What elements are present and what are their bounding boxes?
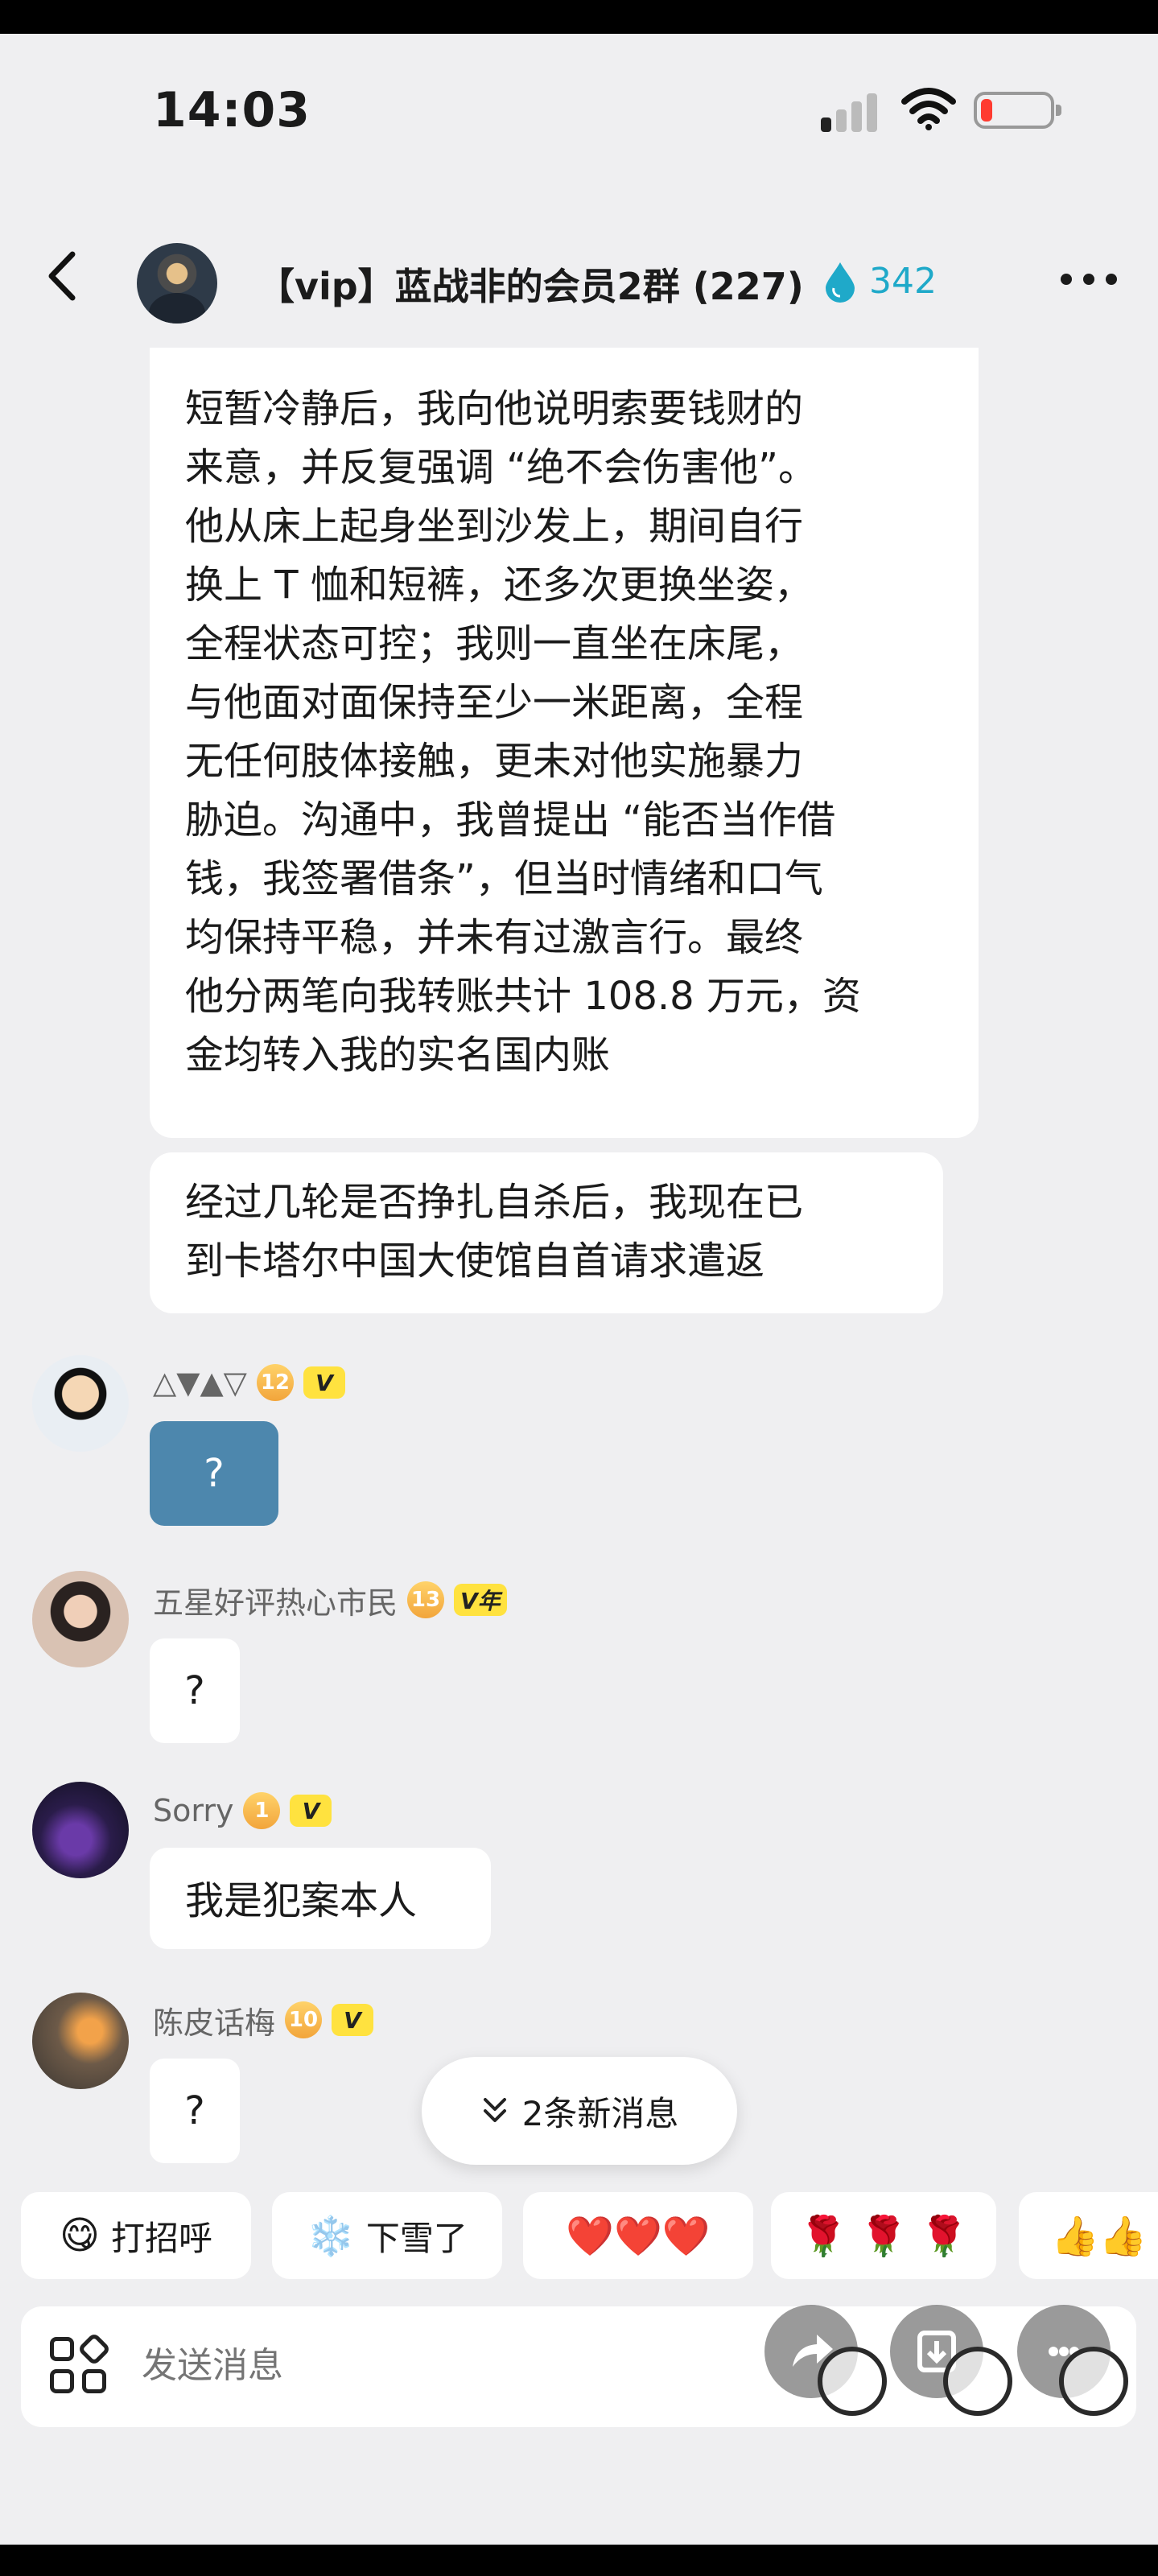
message-bubble[interactable]: 我是犯案本人	[150, 1848, 491, 1949]
avatar[interactable]	[32, 1355, 129, 1452]
quick-reply-label: 下雪了	[365, 2218, 468, 2258]
message-text-line: 胁迫。沟通中，我曾提出 “能否当作借	[185, 798, 836, 843]
group-title[interactable]: 【vip】蓝战非的会员2群 (227)	[258, 258, 804, 311]
vip-badge: V年	[454, 1584, 507, 1616]
message-bubble[interactable]: ?	[150, 1638, 240, 1743]
hearts-emoji-icon: ❤️❤️❤️	[566, 2213, 711, 2259]
quick-reply-bar: 😋 打招呼 ❄️ 下雪了 ❤️❤️❤️ 🌹 🌹 🌹 👍👍	[0, 2192, 1158, 2289]
message-text-line: 到卡塔尔中国大使馆自首请求遣返	[185, 1239, 765, 1284]
snowflake-emoji-icon: ❄️	[307, 2213, 355, 2259]
apps-grid-icon[interactable]	[50, 2331, 112, 2397]
sender-name: Sorry	[153, 1793, 234, 1828]
message-text-line: 金均转入我的实名国内账	[185, 1032, 611, 1078]
group-avatar[interactable]	[137, 243, 217, 324]
cellular-signal-icon	[821, 92, 877, 132]
message-text-line: 无任何肢体接触，更未对他实施暴力	[185, 739, 804, 784]
sender-row: △▼▲▽ 12 V	[153, 1360, 345, 1405]
fire-drop-icon	[826, 262, 855, 303]
sender-row: 陈皮话梅 10 V	[153, 1997, 374, 2042]
vip-badge: V	[332, 2004, 374, 2036]
vip-badge: V	[303, 1366, 345, 1399]
message-bubble[interactable]: ?	[150, 2059, 240, 2163]
quick-reply-roses[interactable]: 🌹 🌹 🌹	[771, 2192, 996, 2279]
level-badge: 12	[256, 1364, 294, 1401]
message-text-line: 短暂冷静后，我向他说明索要钱财的	[185, 386, 804, 431]
battery-icon	[974, 92, 1061, 129]
message-text-line: 换上 T 恤和短裤，还多次更换坐姿，	[185, 563, 813, 608]
sender-name: 陈皮话梅	[153, 2005, 276, 2041]
plus-icon[interactable]	[1059, 2347, 1128, 2416]
vip-badge: V	[290, 1795, 332, 1827]
quick-reply-thumbs[interactable]: 👍👍	[1019, 2192, 1158, 2279]
more-options-icon[interactable]	[1061, 274, 1117, 290]
message-text-line: 与他面对面保持至少一米距离，全程	[185, 680, 804, 725]
voice-icon[interactable]	[818, 2347, 887, 2416]
message-text-line: 钱，我签署借条”，但当时情绪和口气	[185, 856, 823, 901]
message-bubble-long[interactable]: 短暂冷静后，我向他说明索要钱财的 来意，并反复强调 “绝不会伤害他”。 他从床上起身…	[150, 348, 979, 1138]
message-text-line: 他分两笔向我转账共计 108.8 万元，资	[185, 974, 861, 1019]
emoji-face-icon[interactable]	[943, 2347, 1012, 2416]
new-messages-label: 2条新消息	[521, 2093, 679, 2133]
double-chevron-down-icon	[483, 2098, 506, 2122]
message-input-bar	[21, 2305, 1136, 2427]
roses-emoji-icon: 🌹 🌹 🌹	[799, 2213, 968, 2259]
sender-row: 五星好评热心市民 13 V年	[153, 1577, 507, 1622]
sender-name: △▼▲▽	[153, 1365, 247, 1400]
status-time: 14:03	[153, 82, 311, 138]
level-badge: 1	[243, 1792, 281, 1829]
sender-row: Sorry 1 V	[153, 1788, 332, 1833]
quick-reply-greet[interactable]: 😋 打招呼	[21, 2192, 251, 2279]
message-text-line: 他从床上起身坐到沙发上，期间自行	[185, 504, 804, 549]
level-badge: 10	[285, 2001, 323, 2038]
avatar[interactable]	[32, 1571, 129, 1667]
chat-header: 【vip】蓝战非的会员2群 (227) 342	[0, 187, 1158, 348]
thumbs-up-emoji-icon: 👍👍	[1051, 2213, 1148, 2259]
wifi-icon	[901, 88, 956, 130]
quick-reply-snow[interactable]: ❄️ 下雪了	[272, 2192, 502, 2279]
status-bar: 14:03	[0, 34, 1158, 187]
message-text-line: 来意，并反复强调 “绝不会伤害他”。	[185, 445, 817, 490]
fire-count: 342	[869, 261, 937, 302]
quick-reply-label: 打招呼	[111, 2218, 213, 2258]
level-badge: 13	[407, 1581, 445, 1618]
smile-emoji-icon: 😋	[59, 2213, 101, 2258]
message-text-line: 全程状态可控；我则一直坐在床尾，	[185, 621, 804, 666]
message-text-line: 经过几轮是否挣扎自杀后，我现在已	[185, 1180, 804, 1225]
quick-reply-hearts[interactable]: ❤️❤️❤️	[523, 2192, 753, 2279]
back-arrow-icon[interactable]	[40, 248, 89, 304]
message-input[interactable]	[142, 2345, 705, 2386]
avatar[interactable]	[32, 1782, 129, 1878]
message-text-line: 均保持平稳，并未有过激言行。最终	[185, 915, 804, 960]
message-list[interactable]: 短暂冷静后，我向他说明索要钱财的 来意，并反复强调 “绝不会伤害他”。 他从床上起身…	[0, 348, 1158, 2223]
chat-screen: 14:03 【vip】蓝战非的会员2群 (227) 342 短暂冷静后，我向他说…	[0, 34, 1158, 2545]
message-bubble-surrender[interactable]: 经过几轮是否挣扎自杀后，我现在已 到卡塔尔中国大使馆自首请求遣返	[150, 1152, 943, 1313]
message-bubble[interactable]: ?	[150, 1421, 278, 1526]
new-messages-button[interactable]: 2条新消息	[422, 2057, 737, 2165]
avatar[interactable]	[32, 1993, 129, 2089]
sender-name: 五星好评热心市民	[153, 1585, 398, 1621]
